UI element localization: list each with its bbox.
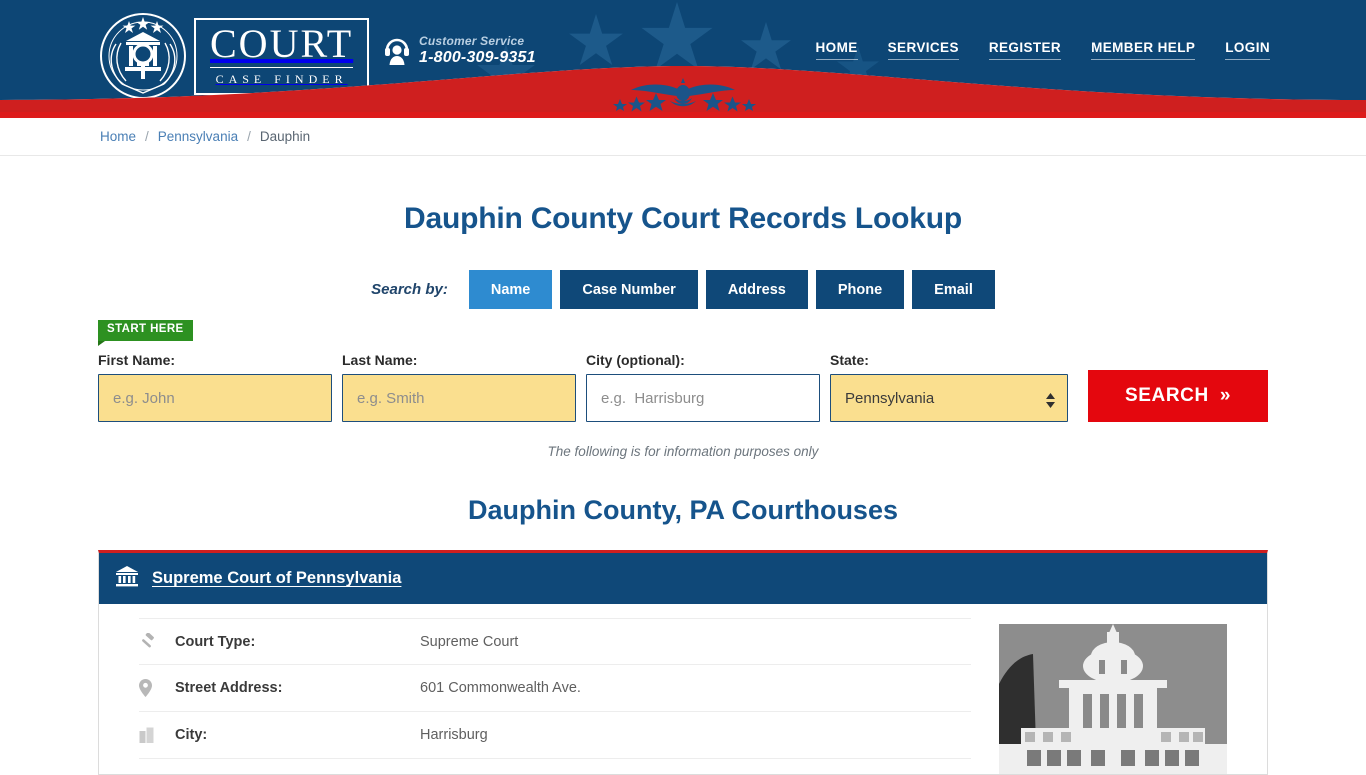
map-pin-icon xyxy=(139,679,175,697)
breadcrumb-item-pennsylvania[interactable]: Pennsylvania xyxy=(158,129,238,144)
court-card-header: Supreme Court of Pennsylvania xyxy=(99,553,1267,604)
main-content: Dauphin County Court Records Lookup Sear… xyxy=(0,202,1366,775)
tab-address[interactable]: Address xyxy=(705,270,808,309)
breadcrumb-separator: / xyxy=(145,129,149,144)
last-name-label: Last Name: xyxy=(342,352,418,368)
last-name-input[interactable] xyxy=(342,374,576,422)
disclaimer-text: The following is for information purpose… xyxy=(547,444,819,459)
row-label: Street Address: xyxy=(175,680,283,696)
nav-item-home[interactable]: HOME xyxy=(815,40,858,60)
page-title: Dauphin County Court Records Lookup xyxy=(404,202,962,235)
row-value: 601 Commonwealth Ave. xyxy=(420,680,581,696)
section-title: Dauphin County, PA Courthouses xyxy=(468,495,898,525)
breadcrumb-separator: / xyxy=(247,129,251,144)
nav-item-member-help[interactable]: MEMBER HELP xyxy=(1091,40,1196,60)
state-select[interactable]: Pennsylvania xyxy=(830,374,1068,422)
tab-email[interactable]: Email xyxy=(912,270,995,309)
patriotic-wave-decoration xyxy=(0,60,1366,112)
city-icon xyxy=(139,727,175,743)
nav-item-login[interactable]: LOGIN xyxy=(1225,40,1270,60)
row-label: Court Type: xyxy=(175,633,256,650)
breadcrumb: Home / Pennsylvania / Dauphin xyxy=(0,118,1366,156)
nav-item-register[interactable]: REGISTER xyxy=(988,40,1062,60)
tab-case-number[interactable]: Case Number xyxy=(560,270,698,309)
table-row: Court Type: Supreme Court xyxy=(139,618,971,665)
breadcrumb-item-home[interactable]: Home xyxy=(100,129,136,144)
main-navigation: HOME SERVICES REGISTER MEMBER HELP LOGIN xyxy=(815,40,1270,60)
court-detail-table: Court Type: Supreme Court Street Address… xyxy=(139,618,999,774)
double-chevron-right-icon: » xyxy=(1219,385,1231,406)
first-name-input[interactable] xyxy=(98,374,332,422)
courthouse-photo xyxy=(999,624,1227,774)
court-card: Supreme Court of Pennsylvania Court Type… xyxy=(98,550,1268,775)
city-input[interactable] xyxy=(586,374,820,422)
site-header: COURT CASE FINDER Customer Service 1-800… xyxy=(0,0,1366,112)
city-label: City (optional): xyxy=(586,352,685,368)
row-value: Harrisburg xyxy=(420,727,488,743)
search-form: START HERE First Name: Last Name: City (… xyxy=(0,320,1366,422)
table-row: Street Address: 601 Commonwealth Ave. xyxy=(139,665,971,712)
state-field-group: State: Pennsylvania xyxy=(830,352,1068,422)
customer-service-label: Customer Service xyxy=(419,34,525,48)
first-name-field-group: First Name: xyxy=(98,352,332,422)
search-button[interactable]: SEARCH » xyxy=(1088,370,1268,422)
row-value: Supreme Court xyxy=(420,633,519,650)
breadcrumb-item-current: Dauphin xyxy=(259,129,311,144)
tab-phone[interactable]: Phone xyxy=(815,270,905,309)
bank-building-icon xyxy=(115,565,139,592)
court-card-body: Court Type: Supreme Court Street Address… xyxy=(99,604,1267,774)
gavel-icon xyxy=(139,633,175,650)
start-here-badge: START HERE xyxy=(98,320,193,345)
search-button-label: SEARCH xyxy=(1124,385,1209,406)
last-name-field-group: Last Name: xyxy=(342,352,576,422)
first-name-label: First Name: xyxy=(98,352,176,368)
row-label: City: xyxy=(175,727,208,743)
state-label: State: xyxy=(830,352,869,368)
nav-item-services[interactable]: SERVICES xyxy=(887,40,959,60)
logo-main-text: COURT xyxy=(210,20,354,66)
table-row: City: Harrisburg xyxy=(139,712,971,759)
city-field-group: City (optional): xyxy=(586,352,820,422)
search-by-tabs: Search by: Name Case Number Address Phon… xyxy=(0,270,1366,309)
search-by-label: Search by: xyxy=(371,281,448,298)
court-name-link[interactable]: Supreme Court of Pennsylvania xyxy=(152,569,401,588)
tab-name[interactable]: Name xyxy=(468,270,553,309)
